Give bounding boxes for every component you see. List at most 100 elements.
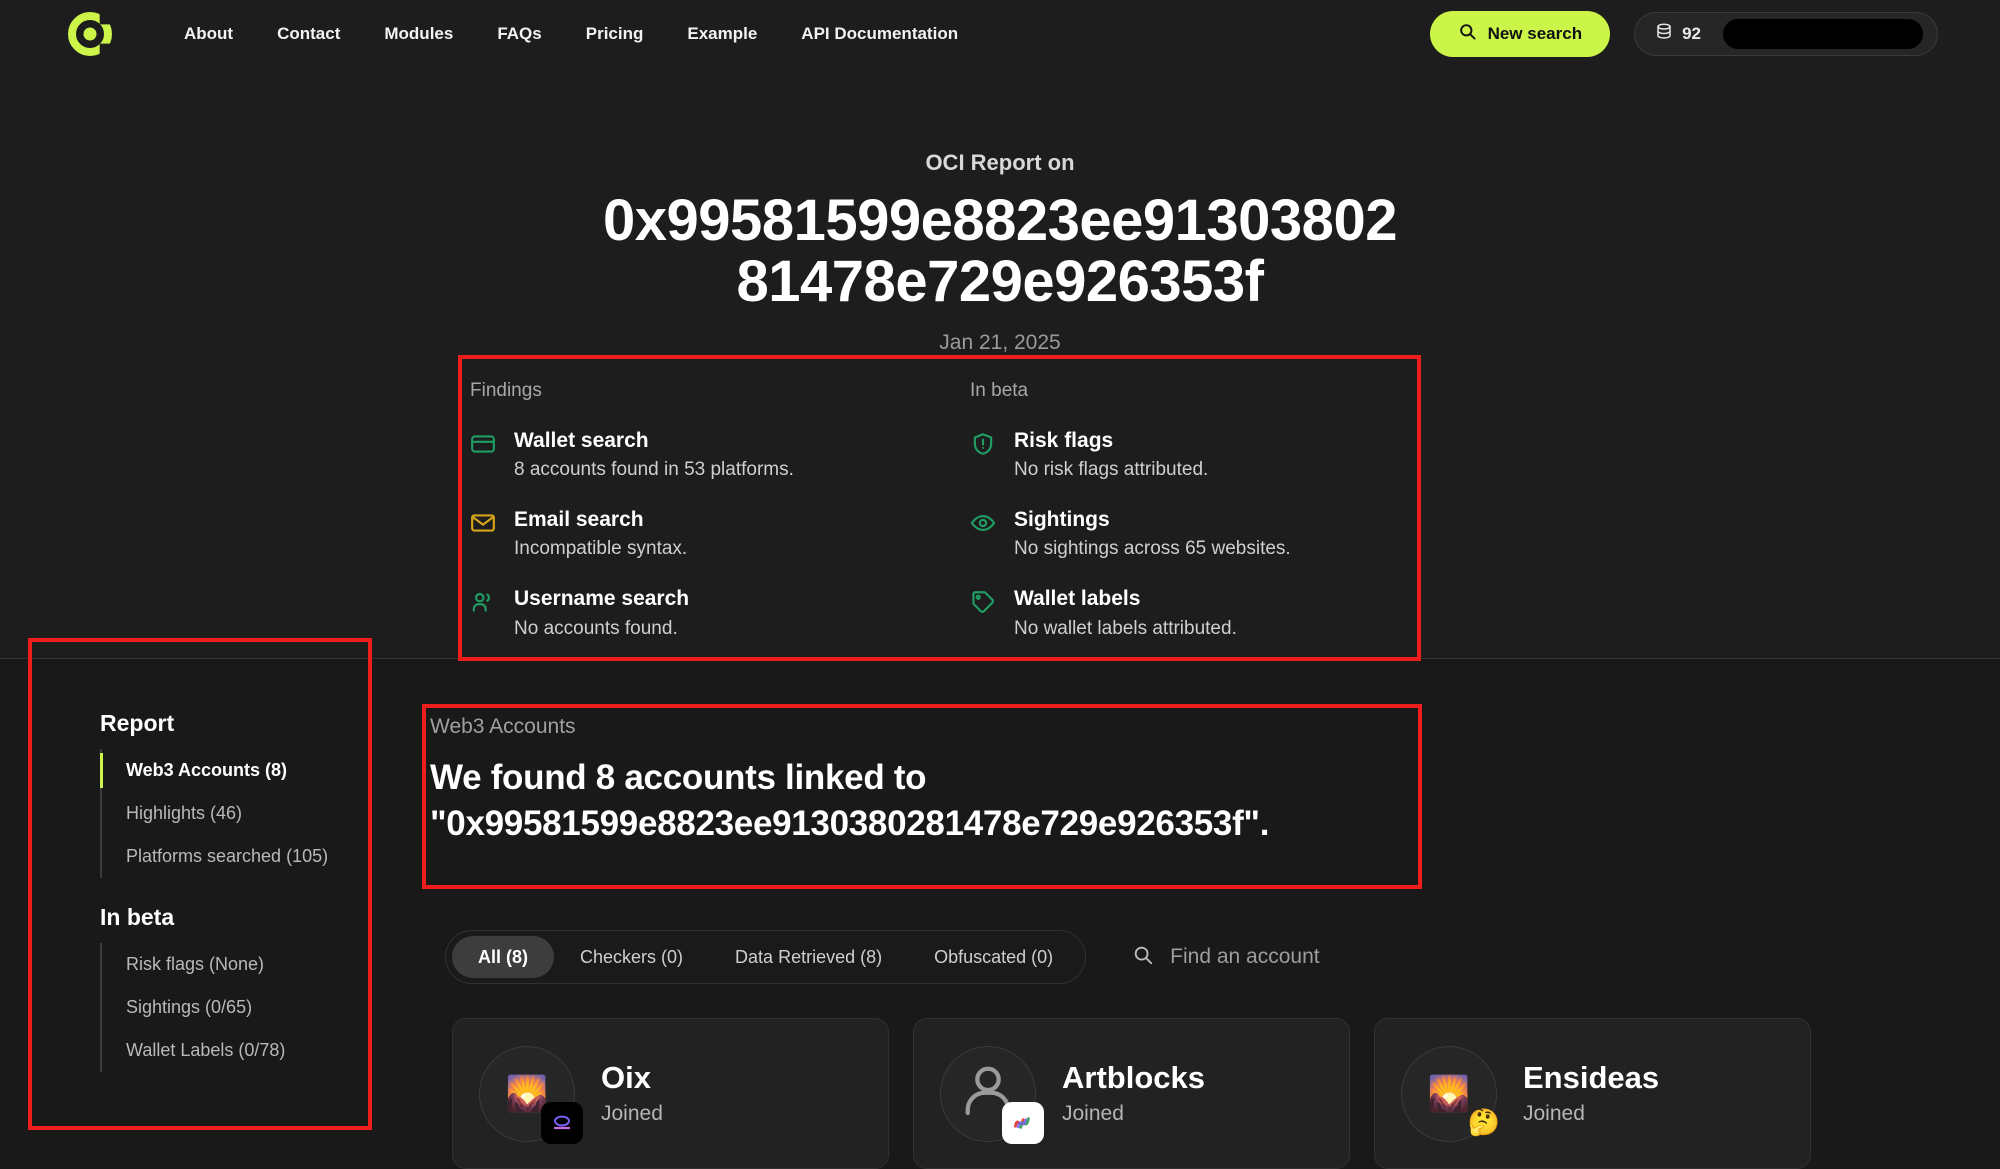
findings-section: Findings Wallet search 8 accounts found …: [470, 380, 1410, 666]
sidebar-report-list: Web3 Accounts (8) Highlights (46) Platfo…: [100, 749, 400, 878]
nav-right-cluster: New search 92: [1429, 11, 1938, 57]
accounts-card-grid: 🌄 Oix Joined Artblocks Joined 🌄 🤔 Enside…: [452, 1018, 1811, 1169]
card-text: Oix Joined: [601, 1061, 663, 1125]
brand-logo-icon[interactable]: [68, 12, 112, 56]
nav-item-modules[interactable]: Modules: [362, 16, 475, 52]
findings-column-title: Findings: [470, 380, 542, 401]
search-icon: [1132, 944, 1154, 971]
platform-badge-icon: [541, 1101, 583, 1144]
account-name: Ensideas: [1523, 1060, 1660, 1096]
finding-sightings[interactable]: Sightings No sightings across 65 website…: [970, 507, 1410, 560]
sidebar-heading-in-beta: In beta: [100, 904, 175, 930]
account-status: Joined: [1062, 1101, 1124, 1125]
finding-email-search[interactable]: Email search Incompatible syntax.: [470, 507, 910, 560]
database-icon: [1655, 22, 1673, 46]
account-card-ensideas[interactable]: 🌄 🤔 Ensideas Joined: [1374, 1018, 1811, 1169]
card-text: Artblocks Joined: [1062, 1061, 1205, 1125]
report-date: Jan 21, 2025: [939, 330, 1061, 354]
nav-item-contact[interactable]: Contact: [255, 16, 362, 52]
web3-summary-line-1: We found 8 accounts linked to: [430, 758, 927, 797]
nav-item-api-documentation[interactable]: API Documentation: [779, 16, 980, 52]
finding-title: Username search: [514, 587, 690, 611]
avatar-wrap: 🌄 🤔: [1401, 1045, 1500, 1142]
finding-description: No risk flags attributed.: [1014, 459, 1209, 481]
nav-links: About Contact Modules FAQs Pricing Examp…: [162, 16, 980, 52]
finding-description: No sightings across 65 websites.: [1014, 538, 1291, 560]
account-name: Oix: [601, 1060, 651, 1096]
web3-summary-line-2: "0x99581599e8823ee9130380281478e729e9263…: [430, 804, 1270, 844]
tab-checkers[interactable]: Checkers (0): [554, 936, 709, 978]
report-title: 0x99581599e8823ee91303802 81478e729e9263…: [0, 190, 2000, 313]
accounts-tab-group: All (8) Checkers (0) Data Retrieved (8) …: [445, 930, 1087, 984]
finding-title: Risk flags: [1014, 429, 1114, 452]
report-sidebar: Report Web3 Accounts (8) Highlights (46)…: [100, 710, 400, 1072]
finding-title: Sightings: [1014, 508, 1110, 532]
top-navigation-bar: About Contact Modules FAQs Pricing Examp…: [0, 0, 2000, 68]
page-root: About Contact Modules FAQs Pricing Examp…: [0, 0, 2000, 1169]
finding-wallet-search[interactable]: Wallet search 8 accounts found in 53 pla…: [470, 428, 910, 481]
finding-risk-flags[interactable]: Risk flags No risk flags attributed.: [970, 428, 1410, 481]
finding-username-search[interactable]: Username search No accounts found.: [470, 586, 910, 639]
account-status: Joined: [1523, 1101, 1585, 1125]
finding-description: 8 accounts found in 53 platforms.: [514, 459, 794, 481]
credit-card-icon: [470, 431, 496, 457]
web3-kicker: Web3 Accounts: [430, 715, 576, 738]
sidebar-item-sightings[interactable]: Sightings (0/65): [102, 986, 400, 1029]
account-card-oix[interactable]: 🌄 Oix Joined: [452, 1018, 889, 1169]
finding-wallet-labels[interactable]: Wallet labels No wallet labels attribute…: [970, 586, 1410, 639]
tab-obfuscated[interactable]: Obfuscated (0): [908, 936, 1079, 978]
web3-accounts-summary: Web3 Accounts We found 8 accounts linked…: [430, 715, 1410, 847]
report-address-line-2: 81478e729e926353f: [736, 249, 1264, 315]
account-search-field[interactable]: Find an account: [1132, 944, 1320, 971]
report-header: OCI Report on 0x99581599e8823ee91303802 …: [0, 150, 2000, 355]
platform-badge-icon: 🤔: [1467, 1107, 1501, 1137]
account-name: Artblocks: [1062, 1060, 1205, 1096]
sidebar-item-highlights[interactable]: Highlights (46): [102, 792, 400, 835]
web3-summary-title: We found 8 accounts linked to "0x9958159…: [430, 755, 1410, 847]
credits-count: 92: [1682, 24, 1701, 43]
tag-icon: [970, 589, 996, 615]
finding-title: Wallet labels: [1014, 587, 1141, 611]
sidebar-item-web3-accounts[interactable]: Web3 Accounts (8): [100, 749, 400, 792]
accounts-filter-row: All (8) Checkers (0) Data Retrieved (8) …: [445, 930, 1320, 984]
credits-left: 92: [1635, 22, 1719, 46]
account-card-artblocks[interactable]: Artblocks Joined: [913, 1018, 1350, 1169]
finding-description: Incompatible syntax.: [514, 538, 688, 560]
report-address-line-1: 0x99581599e8823ee91303802: [603, 188, 1397, 253]
nav-item-faqs[interactable]: FAQs: [475, 16, 563, 52]
search-icon: [1458, 22, 1477, 46]
avatar-wrap: [940, 1045, 1044, 1144]
finding-description: No wallet labels attributed.: [1014, 617, 1237, 639]
sidebar-item-risk-flags[interactable]: Risk flags (None): [102, 943, 400, 986]
finding-title: Wallet search: [514, 429, 649, 452]
report-kicker: OCI Report on: [925, 150, 1075, 175]
card-text: Ensideas Joined: [1523, 1061, 1659, 1125]
tab-all[interactable]: All (8): [452, 936, 555, 978]
nav-item-pricing[interactable]: Pricing: [564, 16, 666, 52]
beta-column-title: In beta: [970, 380, 1029, 401]
new-search-button[interactable]: New search: [1429, 11, 1611, 57]
nav-item-example[interactable]: Example: [665, 16, 779, 52]
eye-icon: [970, 510, 996, 536]
sidebar-item-platforms-searched[interactable]: Platforms searched (105): [102, 835, 400, 878]
avatar-wrap: 🌄: [479, 1045, 583, 1144]
account-redacted-block[interactable]: [1723, 19, 1923, 49]
platform-badge-icon: [1002, 1101, 1044, 1144]
tab-data-retrieved[interactable]: Data Retrieved (8): [709, 936, 908, 978]
new-search-label: New search: [1487, 24, 1583, 43]
logo-dot: [83, 27, 97, 41]
findings-column: Findings Wallet search 8 accounts found …: [470, 380, 910, 666]
account-status: Joined: [601, 1101, 663, 1125]
sidebar-item-wallet-labels[interactable]: Wallet Labels (0/78): [102, 1029, 400, 1072]
finding-description: No accounts found.: [514, 617, 678, 639]
account-search-placeholder: Find an account: [1170, 945, 1320, 968]
envelope-icon: [470, 510, 496, 536]
nav-item-about[interactable]: About: [162, 16, 255, 52]
sidebar-heading-report: Report: [100, 710, 175, 736]
credits-pill[interactable]: 92: [1634, 12, 1938, 56]
shield-alert-icon: [970, 431, 996, 457]
finding-title: Email search: [514, 508, 644, 532]
sidebar-beta-list: Risk flags (None) Sightings (0/65) Walle…: [100, 943, 400, 1072]
beta-findings-column: In beta Risk flags No risk flags attribu…: [970, 380, 1410, 666]
